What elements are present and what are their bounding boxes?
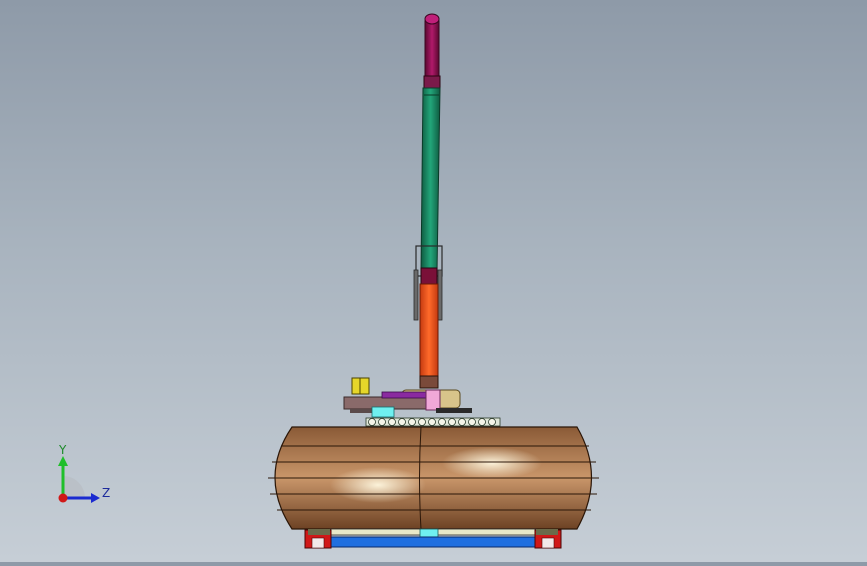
triad-z-label: Z bbox=[102, 486, 111, 500]
arm-assembly[interactable] bbox=[413, 13, 443, 389]
hydraulic-cylinder bbox=[419, 283, 439, 377]
pink-pulley bbox=[425, 389, 441, 411]
roller-chain bbox=[365, 417, 501, 427]
bottom-rail[interactable] bbox=[304, 528, 562, 549]
coordinate-triad: Y Z bbox=[48, 440, 120, 510]
drum-body[interactable] bbox=[268, 426, 599, 530]
graphics-viewport[interactable]: Y Z bbox=[0, 0, 867, 562]
rail-beam bbox=[329, 536, 537, 548]
arm-tip-cap bbox=[424, 13, 440, 25]
upper-arm bbox=[420, 87, 441, 273]
triad-y-label: Y bbox=[59, 443, 67, 457]
arm-joint bbox=[420, 267, 438, 285]
model-canvas[interactable] bbox=[0, 0, 867, 562]
